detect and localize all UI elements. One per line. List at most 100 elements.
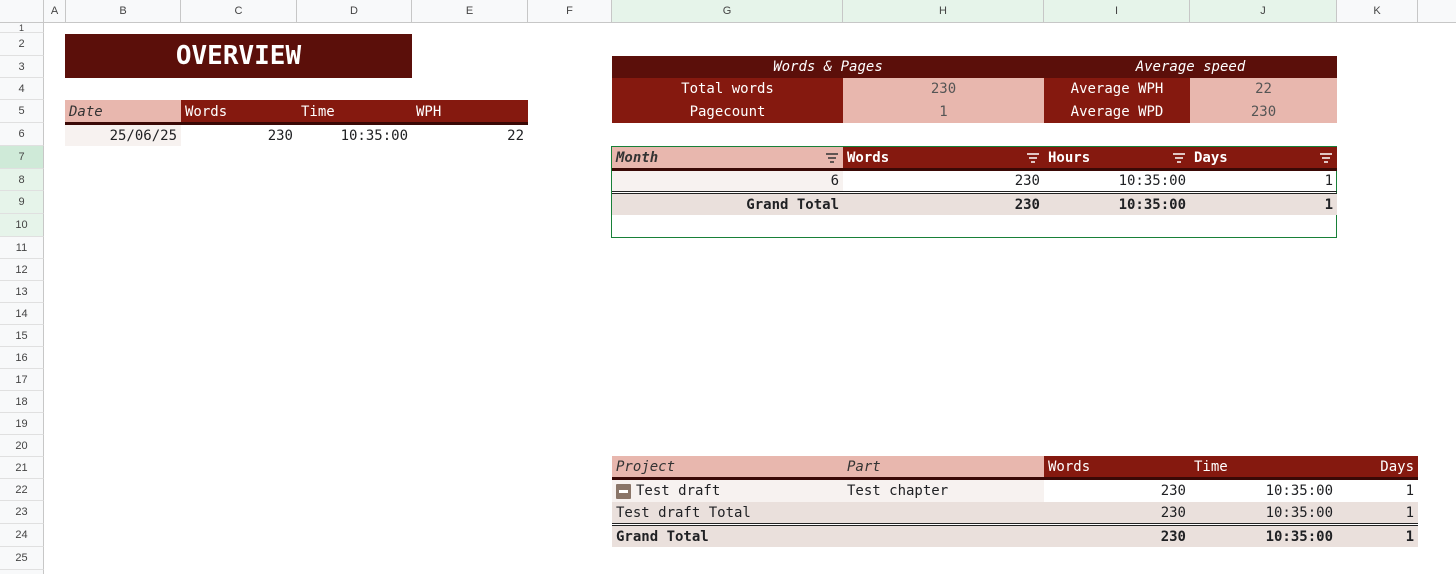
stats-pagecount-value[interactable]: 1 bbox=[843, 100, 1044, 123]
project-pivot-subtotal-words[interactable]: 230 bbox=[1044, 502, 1190, 524]
project-pivot-header-project[interactable]: Project bbox=[612, 456, 843, 478]
month-pivot-cell-words[interactable]: 230 bbox=[843, 171, 1044, 191]
overview-cell-date[interactable]: 25/06/25 bbox=[65, 125, 181, 146]
row-header-4[interactable]: 4 bbox=[0, 78, 44, 100]
project-pivot-cell-project[interactable]: Test draft bbox=[612, 480, 843, 502]
project-pivot-subtotal-time[interactable]: 10:35:00 bbox=[1190, 502, 1337, 524]
project-pivot-subtotal-part[interactable] bbox=[843, 502, 1044, 524]
month-pivot-header-month-label: Month bbox=[616, 150, 659, 166]
project-pivot-header-part[interactable]: Part bbox=[843, 456, 1044, 478]
month-pivot-header-hours[interactable]: Hours bbox=[1044, 147, 1190, 169]
row-header-6[interactable]: 6 bbox=[0, 123, 44, 146]
row-header-3[interactable]: 3 bbox=[0, 56, 44, 78]
column-header-a[interactable]: A bbox=[44, 0, 66, 23]
project-pivot-grand-total-days[interactable]: 1 bbox=[1337, 526, 1418, 547]
filter-icon[interactable] bbox=[825, 153, 839, 163]
filter-icon[interactable] bbox=[1319, 153, 1333, 163]
column-header-h[interactable]: H bbox=[843, 0, 1044, 23]
column-header-g[interactable]: G bbox=[612, 0, 843, 23]
column-header-blank bbox=[1418, 0, 1456, 23]
month-pivot-cell-month[interactable]: 6 bbox=[612, 171, 843, 191]
stats-words-pages-header: Words & Pages bbox=[612, 56, 1044, 78]
stats-average-wpd-label: Average WPD bbox=[1044, 100, 1190, 123]
row-header-8[interactable]: 8 bbox=[0, 169, 44, 191]
row-header-19[interactable]: 19 bbox=[0, 413, 44, 435]
stats-total-words-label: Total words bbox=[612, 78, 843, 100]
row-header-11[interactable]: 11 bbox=[0, 237, 44, 259]
row-header-14[interactable]: 14 bbox=[0, 303, 44, 325]
month-pivot-header-days-label: Days bbox=[1194, 150, 1228, 166]
column-header-e[interactable]: E bbox=[412, 0, 528, 23]
row-header-13[interactable]: 13 bbox=[0, 281, 44, 303]
month-pivot-header-month[interactable]: Month bbox=[612, 147, 843, 169]
column-header-j[interactable]: J bbox=[1190, 0, 1337, 23]
month-pivot-header-words[interactable]: Words bbox=[843, 147, 1044, 169]
row-header-9[interactable]: 9 bbox=[0, 191, 44, 214]
project-pivot-subtotal-label[interactable]: Test draft Total bbox=[612, 502, 843, 524]
month-pivot-grand-total-label[interactable]: Grand Total bbox=[612, 194, 843, 215]
row-header-25[interactable]: 25 bbox=[0, 547, 44, 570]
row-header-26 bbox=[0, 570, 44, 574]
month-pivot-cell-days[interactable]: 1 bbox=[1190, 171, 1337, 191]
row-header-1[interactable]: 1 bbox=[0, 23, 44, 33]
collapse-minus-icon[interactable] bbox=[616, 483, 631, 499]
project-pivot-cell-days[interactable]: 1 bbox=[1337, 480, 1418, 502]
project-pivot-subtotal-days[interactable]: 1 bbox=[1337, 502, 1418, 524]
month-pivot-cell-hours[interactable]: 10:35:00 bbox=[1044, 171, 1190, 191]
row-header-21[interactable]: 21 bbox=[0, 457, 44, 479]
project-pivot-grand-total-part[interactable] bbox=[843, 526, 1044, 547]
project-pivot-cell-part[interactable]: Test chapter bbox=[843, 480, 1044, 502]
overview-cell-time[interactable]: 10:35:00 bbox=[297, 125, 412, 146]
column-header-b[interactable]: B bbox=[66, 0, 181, 23]
select-all-corner[interactable] bbox=[0, 0, 44, 23]
overview-cell-words[interactable]: 230 bbox=[181, 125, 297, 146]
project-pivot-header-days[interactable]: Days bbox=[1337, 456, 1418, 478]
month-pivot-grand-total-days[interactable]: 1 bbox=[1190, 194, 1337, 215]
column-header-f[interactable]: F bbox=[528, 0, 612, 23]
row-header-7[interactable]: 7 bbox=[0, 146, 44, 169]
project-pivot-header-words[interactable]: Words bbox=[1044, 456, 1190, 478]
row-header-10[interactable]: 10 bbox=[0, 214, 44, 237]
month-pivot-grand-total-hours[interactable]: 10:35:00 bbox=[1044, 194, 1190, 215]
stats-total-words-value[interactable]: 230 bbox=[843, 78, 1044, 100]
overview-header-date[interactable]: Date bbox=[65, 100, 181, 123]
row-header-15[interactable]: 15 bbox=[0, 325, 44, 347]
overview-header-wph[interactable]: WPH bbox=[412, 100, 528, 123]
column-header-i[interactable]: I bbox=[1044, 0, 1190, 23]
project-pivot-cell-time[interactable]: 10:35:00 bbox=[1190, 480, 1337, 502]
overview-header-words[interactable]: Words bbox=[181, 100, 297, 123]
row-header-22[interactable]: 22 bbox=[0, 479, 44, 501]
row-header-16[interactable]: 16 bbox=[0, 347, 44, 369]
month-pivot-grand-total-words[interactable]: 230 bbox=[843, 194, 1044, 215]
month-pivot-header-days[interactable]: Days bbox=[1190, 147, 1337, 169]
row-header-20[interactable]: 20 bbox=[0, 435, 44, 457]
stats-average-speed-header: Average speed bbox=[1044, 56, 1337, 78]
stats-pagecount-label: Pagecount bbox=[612, 100, 843, 123]
column-header-c[interactable]: C bbox=[181, 0, 297, 23]
row-header-2[interactable]: 2 bbox=[0, 33, 44, 56]
row-header-17[interactable]: 17 bbox=[0, 369, 44, 391]
stats-average-wpd-value[interactable]: 230 bbox=[1190, 100, 1337, 123]
stats-average-wph-label: Average WPH bbox=[1044, 78, 1190, 100]
project-pivot-grand-total-words[interactable]: 230 bbox=[1044, 526, 1190, 547]
project-pivot-grand-total-time[interactable]: 10:35:00 bbox=[1190, 526, 1337, 547]
column-header-d[interactable]: D bbox=[297, 0, 412, 23]
month-pivot-header-words-label: Words bbox=[847, 150, 890, 166]
overview-header-time[interactable]: Time bbox=[297, 100, 412, 123]
row-header-5[interactable]: 5 bbox=[0, 100, 44, 123]
project-pivot-grand-total-label[interactable]: Grand Total bbox=[612, 526, 843, 547]
filter-icon[interactable] bbox=[1026, 153, 1040, 163]
filter-icon[interactable] bbox=[1172, 153, 1186, 163]
row-header-12[interactable]: 12 bbox=[0, 259, 44, 281]
row-header-24[interactable]: 24 bbox=[0, 524, 44, 547]
month-pivot-header-hours-label: Hours bbox=[1048, 150, 1091, 166]
row-header-23[interactable]: 23 bbox=[0, 501, 44, 524]
column-header-k[interactable]: K bbox=[1337, 0, 1418, 23]
project-name: Test draft bbox=[636, 483, 721, 499]
overview-title: OVERVIEW bbox=[65, 34, 412, 78]
project-pivot-cell-words[interactable]: 230 bbox=[1044, 480, 1190, 502]
project-pivot-header-time[interactable]: Time bbox=[1190, 456, 1337, 478]
overview-cell-wph[interactable]: 22 bbox=[412, 125, 528, 146]
row-header-18[interactable]: 18 bbox=[0, 391, 44, 413]
stats-average-wph-value[interactable]: 22 bbox=[1190, 78, 1337, 100]
